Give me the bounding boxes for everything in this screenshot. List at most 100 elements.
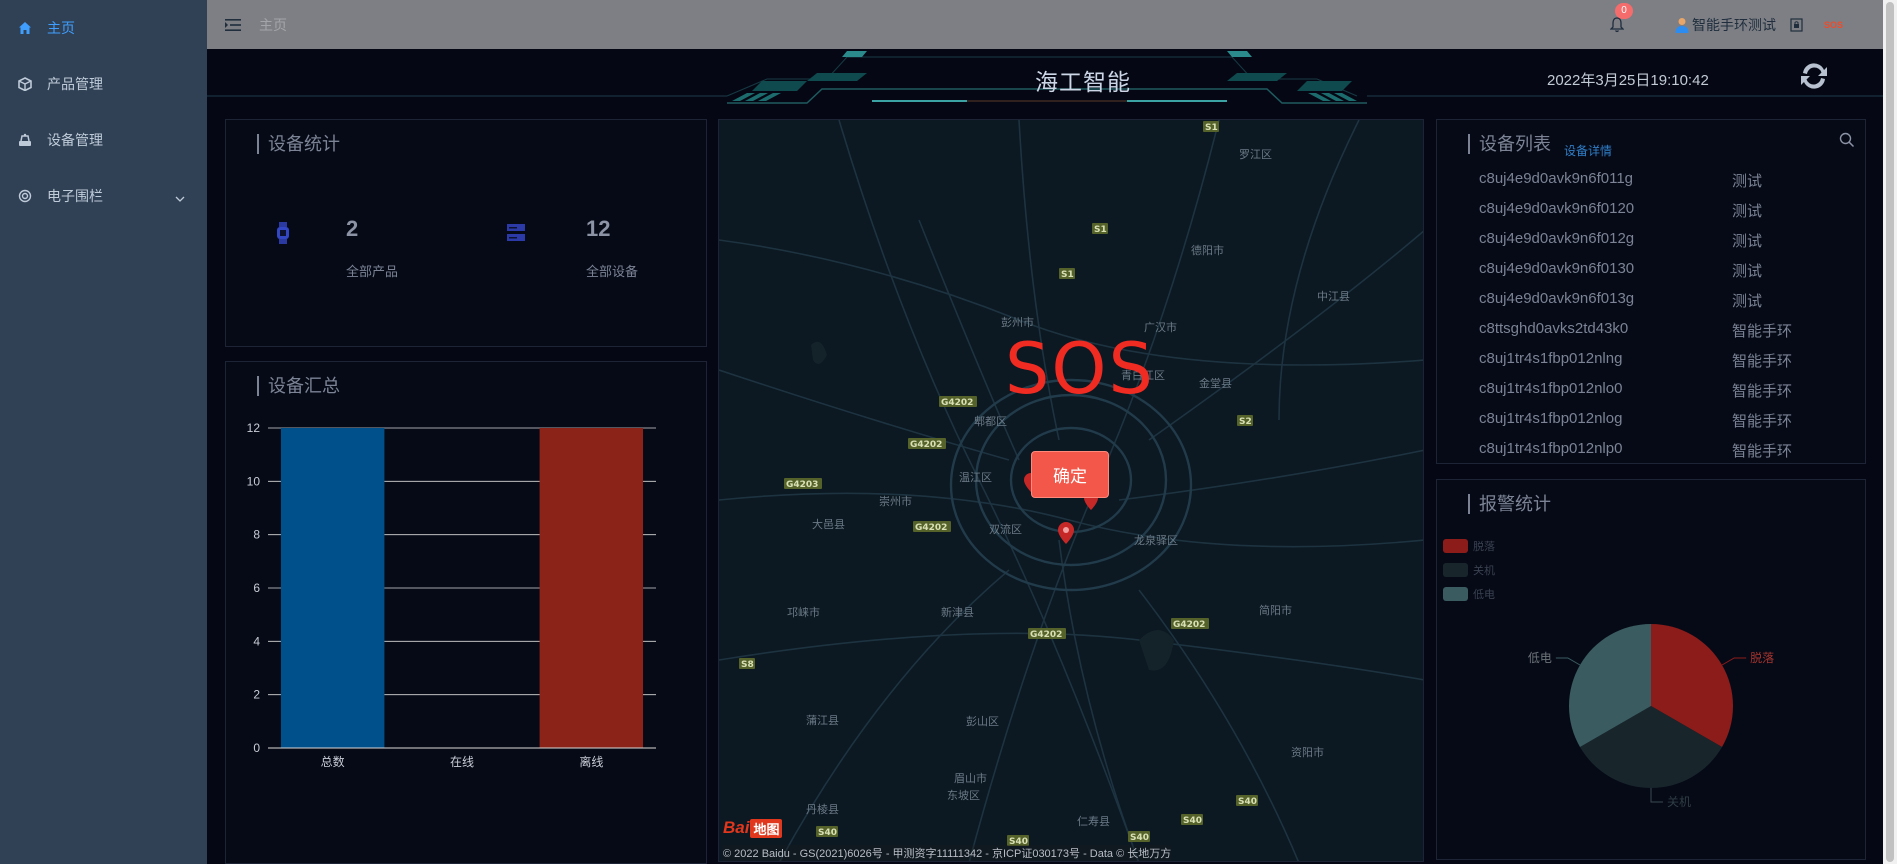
server-icon: [507, 224, 525, 247]
search-icon[interactable]: [1839, 132, 1855, 148]
sidebar-item-label: 主页: [47, 20, 75, 36]
bar-2[interactable]: [539, 428, 644, 748]
sidebar-item-home[interactable]: 主页: [0, 0, 207, 56]
legend-item[interactable]: 关机: [1443, 562, 1495, 578]
device-list-row[interactable]: c8uj1tr4s1fbp012nlo0 智能手环: [1479, 380, 1792, 401]
device-id: c8uj4e9d0avk9n6f0130: [1479, 260, 1635, 277]
map-view[interactable]: 罗江区 德阳市 中江县 彭州市 广汉市 青白江区 金堂县 郫都区 温江区 崇州市…: [718, 119, 1424, 862]
map-road-label: S40: [1183, 816, 1202, 826]
y-tick-label: 10: [247, 474, 261, 488]
notification-badge: 0: [1614, 2, 1633, 19]
sos-button[interactable]: SOS: [1824, 20, 1843, 30]
bar-0[interactable]: [280, 428, 385, 748]
scrollbar-thumb[interactable]: [1886, 2, 1894, 862]
map-place-label: 崇州市: [879, 494, 912, 508]
device-list-row[interactable]: c8uj4e9d0avk9n6f011g 测试: [1479, 170, 1762, 191]
legend-swatch: [1443, 587, 1468, 601]
map-place-label: 金堂县: [1199, 376, 1232, 390]
device-list-row[interactable]: c8uj1tr4s1fbp012nlng 智能手环: [1479, 350, 1792, 371]
map-place-label: 大邑县: [812, 517, 845, 531]
products-count: 2: [346, 216, 359, 241]
device-type: 智能手环: [1732, 413, 1793, 430]
device-id: c8uj4e9d0avk9n6f013g: [1479, 290, 1635, 307]
device-id: c8uj1tr4s1fbp012nlog: [1479, 410, 1623, 427]
refresh-icon[interactable]: [1797, 59, 1831, 93]
sidebar-item-label: 产品管理: [47, 76, 103, 92]
map-road-label: S40: [1238, 797, 1257, 807]
baidu-map-logo: Bai 地图: [723, 814, 783, 842]
user-menu[interactable]: 智能手环测试: [1675, 15, 1776, 35]
map-road-label: G4202: [910, 440, 942, 450]
devices-count: 12: [586, 216, 611, 241]
device-details-link[interactable]: 设备详情: [1564, 142, 1612, 159]
device-list-row[interactable]: c8uj4e9d0avk9n6f012g 测试: [1479, 230, 1762, 251]
device-stats-panel: 设备统计 2 全部产品 12 全部设备: [225, 119, 707, 347]
map-road-label: G4202: [1173, 620, 1205, 630]
sidebar: 主页 产品管理 设备管理 电子围栏: [0, 0, 207, 864]
legend-item[interactable]: 脱落: [1443, 538, 1495, 554]
map-place-label: 蒲江县: [806, 713, 839, 727]
map-place-label: 中江县: [1317, 290, 1350, 303]
map-road-label: S8: [741, 660, 754, 670]
device-list-row[interactable]: c8uj4e9d0avk9n6f0120 测试: [1479, 200, 1762, 221]
top-right-tools: 0 智能手环测试 SOS: [1607, 0, 1883, 49]
legend-item[interactable]: 低电: [1443, 586, 1495, 602]
map-road-label: G4203: [786, 480, 818, 490]
menu-toggle-icon[interactable]: [224, 16, 242, 34]
alarm-stats-panel: 报警统计 脱落 关机 低电 脱落 关机 低电: [1436, 479, 1866, 860]
pie-label-line: [1721, 657, 1747, 666]
device-list-row[interactable]: c8uj4e9d0avk9n6f0130 测试: [1479, 260, 1762, 281]
map-road-label: S1: [1205, 123, 1218, 133]
fence-icon: [18, 189, 32, 203]
chevron-down-icon: [175, 190, 185, 206]
sidebar-item-devices[interactable]: 设备管理: [0, 112, 207, 168]
legend-label: 关机: [1473, 565, 1495, 577]
device-type: 测试: [1732, 233, 1763, 250]
top-navbar: 主页 0 智能手环测试 SOS: [207, 0, 1883, 49]
device-type: 测试: [1732, 203, 1763, 220]
sidebar-item-fence[interactable]: 电子围栏: [0, 168, 207, 224]
map-place-label: 德阳市: [1191, 243, 1224, 257]
device-list-row[interactable]: c8uj4e9d0avk9n6f013g 测试: [1479, 290, 1762, 311]
map-road-label: S40: [818, 828, 837, 838]
pie-label-line: [1650, 788, 1663, 803]
page-scrollbar[interactable]: [1883, 0, 1897, 864]
device-id: c8ttsghd0avks2td43k0: [1479, 320, 1629, 337]
screen-lock-icon[interactable]: [1790, 17, 1804, 32]
pie-slice-label: 关机: [1667, 795, 1691, 809]
panel-title: 设备列表: [1468, 134, 1551, 154]
x-category-label: 总数: [321, 754, 345, 769]
notification-bell[interactable]: 0: [1607, 2, 1633, 35]
map-place-label: 仁寿县: [1077, 814, 1110, 828]
map-place-label: 新津县: [941, 605, 974, 619]
sos-alert-text: SOS: [1005, 328, 1155, 410]
breadcrumb[interactable]: 主页: [259, 15, 287, 35]
device-list-panel: 设备列表 设备详情 c8uj4e9d0avk9n6f011g 测试 c8uj4e9d…: [1436, 119, 1866, 464]
device-list-row[interactable]: c8uj1tr4s1fbp012nlog 智能手环: [1479, 410, 1792, 431]
map-place-label: 眉山市: [954, 771, 987, 785]
device-list-row[interactable]: c8uj1tr4s1fbp012nlp0 智能手环: [1479, 440, 1792, 461]
dashboard-datetime: 2022年3月25日19:10:42: [1547, 72, 1709, 89]
x-category-label: 在线: [450, 755, 474, 769]
confirm-button[interactable]: 确定: [1031, 451, 1109, 498]
map-marker-icon[interactable]: [1058, 522, 1074, 544]
dashboard-header: 海工智能 2022年3月25日19:10:42: [207, 49, 1883, 109]
device-icon: [18, 133, 32, 147]
map-road-label: G4202: [915, 523, 947, 533]
map-road-label: S40: [1130, 833, 1149, 843]
y-tick-label: 12: [247, 421, 261, 435]
map-place-label: 邛崃市: [787, 605, 820, 619]
y-tick-label: 2: [253, 688, 260, 702]
pie-label-line: [1555, 657, 1581, 666]
user-icon: [1675, 17, 1689, 33]
device-type: 智能手环: [1732, 353, 1793, 370]
bell-icon: [1609, 16, 1624, 32]
user-name: 智能手环测试: [1691, 16, 1776, 33]
sidebar-item-products[interactable]: 产品管理: [0, 56, 207, 112]
legend-label: 低电: [1473, 589, 1495, 601]
y-tick-label: 6: [253, 581, 260, 595]
map-place-label: 简阳市: [1259, 603, 1292, 617]
map-place-label: 郫都区: [974, 414, 1007, 428]
device-list-row[interactable]: c8ttsghd0avks2td43k0 智能手环: [1479, 320, 1792, 341]
legend-swatch: [1443, 563, 1468, 577]
